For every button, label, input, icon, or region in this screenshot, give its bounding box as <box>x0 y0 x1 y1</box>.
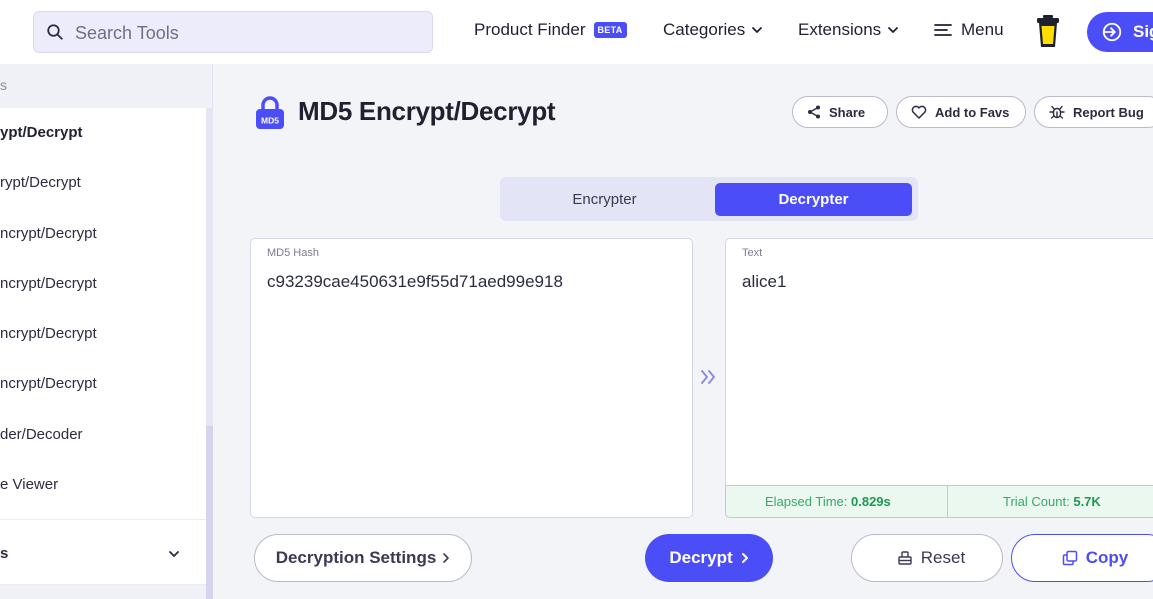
reset-button[interactable]: Reset <box>851 534 1003 582</box>
sidebar-item[interactable]: ncrypt/Decrypt <box>0 325 97 342</box>
decryption-settings-button[interactable]: Decryption Settings <box>254 534 472 582</box>
decryption-settings-label: Decryption Settings <box>275 548 437 567</box>
text-output-panel: Text alice1 <box>725 238 1153 518</box>
beta-badge: BETA <box>593 22 627 38</box>
login-icon <box>1102 22 1122 42</box>
elapsed-time-label: Elapsed Time: <box>765 494 848 509</box>
lock-icon-label: MD5 <box>261 116 279 126</box>
copy-icon <box>1062 550 1077 566</box>
bug-icon <box>1049 105 1065 119</box>
tab-encrypter[interactable]: Encrypter <box>506 183 703 216</box>
share-button[interactable]: Share <box>792 96 888 128</box>
signin-label: Sig <box>1133 22 1153 41</box>
copy-button[interactable]: Copy <box>1011 534 1153 582</box>
add-to-favs-button[interactable]: Add to Favs <box>896 96 1026 128</box>
eraser-icon <box>898 551 912 565</box>
nav-categories-label: Categories <box>663 20 746 39</box>
sidebar-section-label: s <box>0 77 7 93</box>
nav-product-finder-label: Product Finder <box>474 20 586 39</box>
hash-input-panel: MD5 Hash c93239cae450631e9f55d71aed99e91… <box>250 238 693 518</box>
decrypt-label: Decrypt <box>669 548 733 567</box>
sidebar-item[interactable]: ncrypt/Decrypt <box>0 275 97 292</box>
nav-categories[interactable]: Categories <box>663 20 763 40</box>
elapsed-time-stat: Elapsed Time: 0.829s <box>765 494 891 509</box>
sidebar-group-label: s <box>0 545 9 562</box>
top-header: Product Finder BETA Categories Extension… <box>0 0 1153 64</box>
tab-decrypter[interactable]: Decrypter <box>715 183 912 216</box>
trial-count-stat: Trial Count: 5.7K <box>1003 494 1101 509</box>
add-to-favs-label: Add to Favs <box>935 104 1010 120</box>
sidebar-group-toggle[interactable]: s <box>0 519 206 585</box>
chevron-down-icon <box>752 27 763 33</box>
nav-menu-label: Menu <box>961 20 1004 39</box>
nav-menu[interactable]: Menu <box>934 20 1004 40</box>
heart-icon <box>911 105 927 119</box>
sidebar-item[interactable]: ncrypt/Decrypt <box>0 225 97 242</box>
share-label: Share <box>829 104 866 120</box>
chevron-down-icon <box>888 27 899 33</box>
double-chevron-right-icon <box>701 370 715 384</box>
share-icon <box>808 105 820 119</box>
report-bug-label: Report Bug <box>1073 104 1144 120</box>
coffee-cup-icon[interactable] <box>1035 15 1061 49</box>
elapsed-time-value: 0.829s <box>851 494 891 509</box>
menu-icon <box>934 24 952 36</box>
sidebar-scrollbar-thumb[interactable] <box>206 426 213 599</box>
sidebar-item[interactable]: der/Decoder <box>0 426 83 443</box>
search-icon <box>47 24 63 40</box>
signin-button[interactable]: Sig <box>1087 12 1153 52</box>
report-bug-button[interactable]: Report Bug <box>1034 96 1153 128</box>
nav-product-finder[interactable]: Product Finder BETA <box>474 20 627 40</box>
text-output-field[interactable]: alice1 <box>742 272 1142 472</box>
sidebar-list: ypt/Decrypt rypt/Decrypt ncrypt/Decrypt … <box>0 108 206 520</box>
sidebar-item[interactable]: e Viewer <box>0 476 58 493</box>
nav-extensions[interactable]: Extensions <box>798 20 899 40</box>
nav-extensions-label: Extensions <box>798 20 882 39</box>
stats-divider <box>947 486 948 517</box>
hash-input-field[interactable]: c93239cae450631e9f55d71aed99e918 <box>267 272 677 472</box>
decrypt-button[interactable]: Decrypt <box>645 534 773 582</box>
trial-count-label: Trial Count: <box>1003 494 1070 509</box>
lock-icon: MD5 <box>256 96 284 129</box>
copy-label: Copy <box>1085 548 1129 567</box>
text-output-label: Text <box>742 247 763 259</box>
mode-tabs: Encrypter Decrypter <box>500 177 918 221</box>
hash-input-label: MD5 Hash <box>267 247 319 259</box>
trial-count-value: 5.7K <box>1073 494 1101 509</box>
search-box[interactable] <box>33 11 433 53</box>
chevron-right-icon <box>443 553 450 563</box>
search-input[interactable] <box>75 20 415 46</box>
stats-bar: Elapsed Time: 0.829s Trial Count: 5.7K <box>725 485 1153 518</box>
sidebar-item[interactable]: rypt/Decrypt <box>0 174 81 191</box>
chevron-down-icon <box>169 551 179 557</box>
sidebar-item[interactable]: ncrypt/Decrypt <box>0 375 97 392</box>
sidebar-item[interactable]: ypt/Decrypt <box>0 124 83 141</box>
sidebar: s ypt/Decrypt rypt/Decrypt ncrypt/Decryp… <box>0 64 213 599</box>
page-title: MD5 Encrypt/Decrypt <box>298 96 556 126</box>
chevron-right-icon <box>741 553 748 563</box>
reset-label: Reset <box>920 548 966 567</box>
